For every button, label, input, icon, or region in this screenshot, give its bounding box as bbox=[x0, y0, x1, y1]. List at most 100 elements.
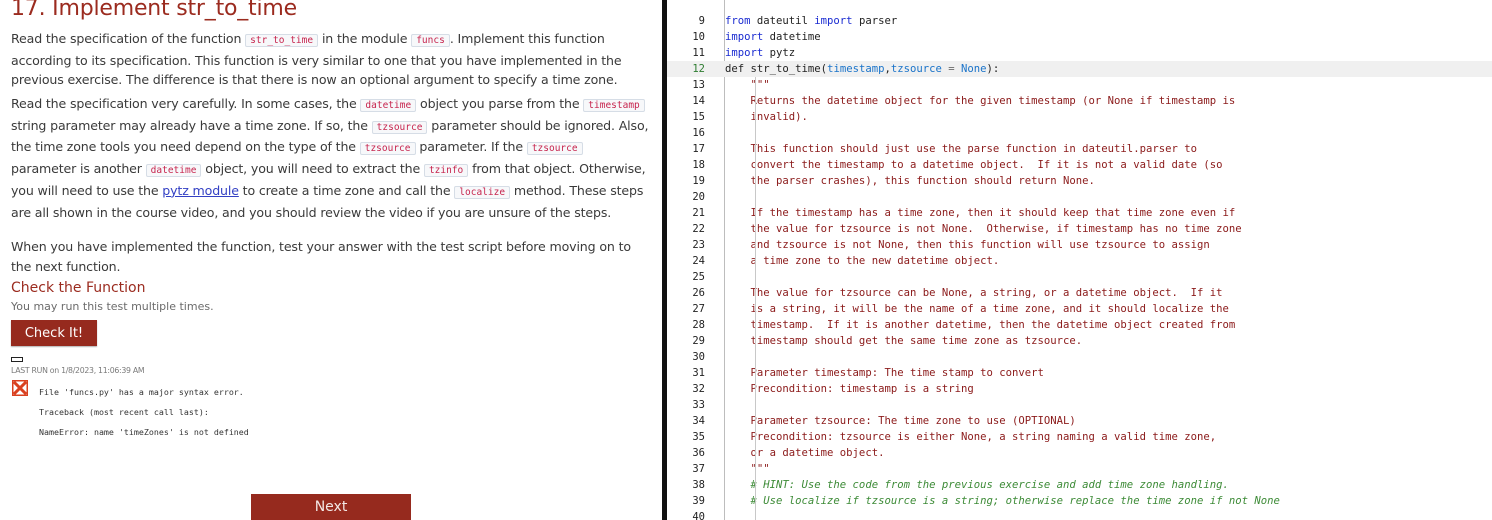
code-line[interactable]: 15 invalid). bbox=[667, 109, 1492, 125]
code-line[interactable]: 21 If the timestamp has a time zone, the… bbox=[667, 205, 1492, 221]
code-token: and tzsource is not None, then this func… bbox=[725, 239, 1210, 251]
text: object you parse from the bbox=[416, 96, 584, 111]
code-text: # Use localize if tzsource is a string; … bbox=[725, 493, 1280, 509]
code-token: # HINT: Use the code from the previous e… bbox=[725, 479, 1229, 491]
code-text: If the timestamp has a time zone, then i… bbox=[725, 205, 1236, 221]
inline-code: datetime bbox=[360, 99, 417, 112]
code-line[interactable]: 17 This function should just use the par… bbox=[667, 141, 1492, 157]
code-token: None bbox=[961, 63, 987, 75]
code-line[interactable]: 34 Parameter tzsource: The time zone to … bbox=[667, 413, 1492, 429]
code-token: timestamp bbox=[827, 63, 885, 75]
code-line[interactable]: 35 Precondition: tzsource is either None… bbox=[667, 429, 1492, 445]
code-lines[interactable]: 9 from dateutil import parser 10 import dat… bbox=[667, 0, 1492, 520]
line-number: 28 bbox=[692, 319, 705, 331]
code-line[interactable]: 32 Precondition: timestamp is a string bbox=[667, 381, 1492, 397]
code-line[interactable]: 16 bbox=[667, 125, 1492, 141]
code-line[interactable]: 18 convert the timestamp to a datetime o… bbox=[667, 157, 1492, 173]
code-editor[interactable]: 9 from dateutil import parser 10 import dat… bbox=[667, 0, 1492, 520]
code-line[interactable]: 9 from dateutil import parser bbox=[667, 13, 1492, 29]
inline-code: localize bbox=[454, 185, 511, 199]
code-token: = bbox=[941, 63, 962, 75]
last-run-timestamp: LAST RUN on 1/8/2023, 11:06:39 AM bbox=[11, 366, 145, 375]
line-number: 25 bbox=[692, 271, 705, 283]
code-token: datetime bbox=[763, 31, 821, 43]
result-message: Traceback (most recent call last): bbox=[39, 407, 209, 417]
instructions-panel: 17. Implement str_to_time Read the speci… bbox=[0, 0, 662, 520]
line-number: 26 bbox=[692, 287, 705, 299]
code-line[interactable]: 23 and tzsource is not None, then this f… bbox=[667, 237, 1492, 253]
code-text: timestamp. If it is another datetime, th… bbox=[725, 317, 1236, 333]
code-line[interactable]: 39 # Use localize if tzsource is a strin… bbox=[667, 493, 1492, 509]
code-text: """ bbox=[725, 461, 770, 477]
code-line[interactable]: 26 The value for tzsource can be None, a… bbox=[667, 285, 1492, 301]
code-line[interactable]: 29 timestamp should get the same time zo… bbox=[667, 333, 1492, 349]
code-line[interactable]: 36 or a datetime object. bbox=[667, 445, 1492, 461]
code-text: or a datetime object. bbox=[725, 445, 885, 461]
code-line[interactable]: 20 bbox=[667, 189, 1492, 205]
code-line[interactable]: 31 Parameter timestamp: The time stamp t… bbox=[667, 365, 1492, 381]
code-token: import bbox=[725, 31, 764, 43]
code-token: # Use localize if tzsource is a string; … bbox=[725, 495, 1280, 507]
code-line[interactable]: 10 import datetime bbox=[667, 29, 1492, 45]
code-line[interactable]: 37 """ bbox=[667, 461, 1492, 477]
code-token: invalid). bbox=[725, 111, 808, 123]
inline-code: timestamp bbox=[583, 99, 645, 112]
code-text: a time zone to the new datetime object. bbox=[725, 253, 1000, 269]
text: to create a time zone and call the bbox=[238, 182, 455, 198]
code-text: import pytz bbox=[725, 45, 795, 61]
code-token: """ bbox=[725, 463, 770, 475]
code-line[interactable]: 12 def str_to_time(timestamp,tzsource = N… bbox=[667, 61, 1492, 77]
code-line[interactable]: 22 the value for tzsource is not None. O… bbox=[667, 221, 1492, 237]
line-number: 10 bbox=[692, 31, 705, 43]
code-line[interactable]: 38 # HINT: Use the code from the previou… bbox=[667, 477, 1492, 493]
line-number: 13 bbox=[692, 79, 705, 91]
line-number: 12 bbox=[692, 63, 705, 75]
line-number: 34 bbox=[692, 415, 705, 427]
line-number: 39 bbox=[692, 495, 705, 507]
inline-code: funcs bbox=[411, 34, 450, 47]
code-token: import bbox=[814, 15, 853, 27]
inline-code: tzinfo bbox=[423, 164, 469, 178]
text: parameter is another bbox=[11, 161, 146, 177]
code-line[interactable]: 13 """ bbox=[667, 77, 1492, 93]
line-number: 16 bbox=[692, 127, 705, 139]
line-number: 9 bbox=[698, 15, 705, 27]
pytz-module-link[interactable]: pytz module bbox=[162, 183, 239, 198]
code-line[interactable]: 11 import pytz bbox=[667, 45, 1492, 61]
code-text: Returns the datetime object for the give… bbox=[725, 93, 1236, 109]
inline-code: tzsource bbox=[526, 142, 583, 156]
code-line[interactable]: 27 is a string, it will be the name of a… bbox=[667, 301, 1492, 317]
code-line[interactable]: 25 bbox=[667, 269, 1492, 285]
code-line[interactable]: 14 Returns the datetime object for the g… bbox=[667, 93, 1492, 109]
code-text: convert the timestamp to a datetime obje… bbox=[725, 157, 1223, 173]
code-line[interactable]: 19 the parser crashes), this function sh… bbox=[667, 173, 1492, 189]
instructions-paragraph-3: When you have implemented the function, … bbox=[11, 239, 631, 274]
code-text: """ bbox=[725, 77, 770, 93]
code-token: a time zone to the new datetime object. bbox=[725, 255, 1000, 267]
code-line[interactable]: 40 bbox=[667, 509, 1492, 520]
code-line[interactable]: 24 a time zone to the new datetime objec… bbox=[667, 253, 1492, 269]
code-token: Parameter timestamp: The time stamp to c… bbox=[725, 367, 1044, 379]
text: Read the specification of the function bbox=[11, 31, 246, 46]
next-button[interactable]: Next bbox=[251, 494, 411, 520]
line-number: 22 bbox=[692, 223, 705, 235]
code-line[interactable]: 30 bbox=[667, 349, 1492, 365]
check-heading: Check the Function bbox=[11, 280, 146, 296]
code-line[interactable]: 33 bbox=[667, 397, 1492, 413]
line-number: 11 bbox=[692, 47, 705, 59]
code-text: invalid). bbox=[725, 109, 808, 125]
code-token: convert the timestamp to a datetime obje… bbox=[725, 159, 1223, 171]
code-token: the value for tzsource is not None. Othe… bbox=[725, 223, 1242, 235]
code-line[interactable]: 28 timestamp. If it is another datetime,… bbox=[667, 317, 1492, 333]
inline-code: str_to_time bbox=[245, 34, 319, 47]
exercise-title: 17. Implement str_to_time bbox=[11, 0, 297, 21]
code-token: timestamp should get the same time zone … bbox=[725, 335, 1083, 347]
line-number: 17 bbox=[692, 143, 705, 155]
line-number: 33 bbox=[692, 399, 705, 411]
code-token: import bbox=[725, 47, 764, 59]
check-it-button[interactable]: Check It! bbox=[11, 320, 97, 346]
code-text: This function should just use the parse … bbox=[725, 141, 1197, 157]
code-token: Parameter tzsource: The time zone to use… bbox=[725, 415, 1076, 427]
instructions-paragraph-2: Read the specification very carefully. I… bbox=[11, 94, 651, 222]
code-line[interactable] bbox=[667, 0, 1492, 13]
